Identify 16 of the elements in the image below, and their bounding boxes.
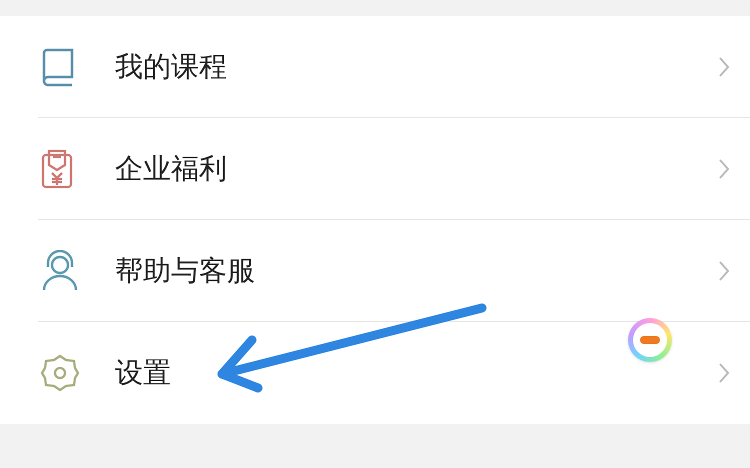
book-icon bbox=[40, 47, 76, 87]
menu-item[interactable]: 帮助与客服 bbox=[0, 220, 750, 322]
menu-item[interactable]: 设置 bbox=[0, 322, 750, 424]
menu-item[interactable]: 我的课程 bbox=[0, 16, 750, 118]
money-envelope-icon bbox=[40, 149, 74, 189]
chevron-right-icon bbox=[718, 56, 730, 78]
headset-person-icon bbox=[40, 250, 80, 292]
chevron-right-icon bbox=[718, 260, 730, 282]
menu-item[interactable]: 企业福利 bbox=[0, 118, 750, 220]
menu-item-label: 企业福利 bbox=[115, 151, 228, 187]
chevron-right-icon bbox=[718, 158, 730, 180]
settings-icon bbox=[40, 353, 80, 393]
menu-item-label: 设置 bbox=[115, 355, 172, 391]
chevron-right-icon bbox=[718, 362, 730, 384]
menu-item-label: 帮助与客服 bbox=[115, 253, 256, 289]
menu-item-label: 我的课程 bbox=[115, 49, 228, 85]
